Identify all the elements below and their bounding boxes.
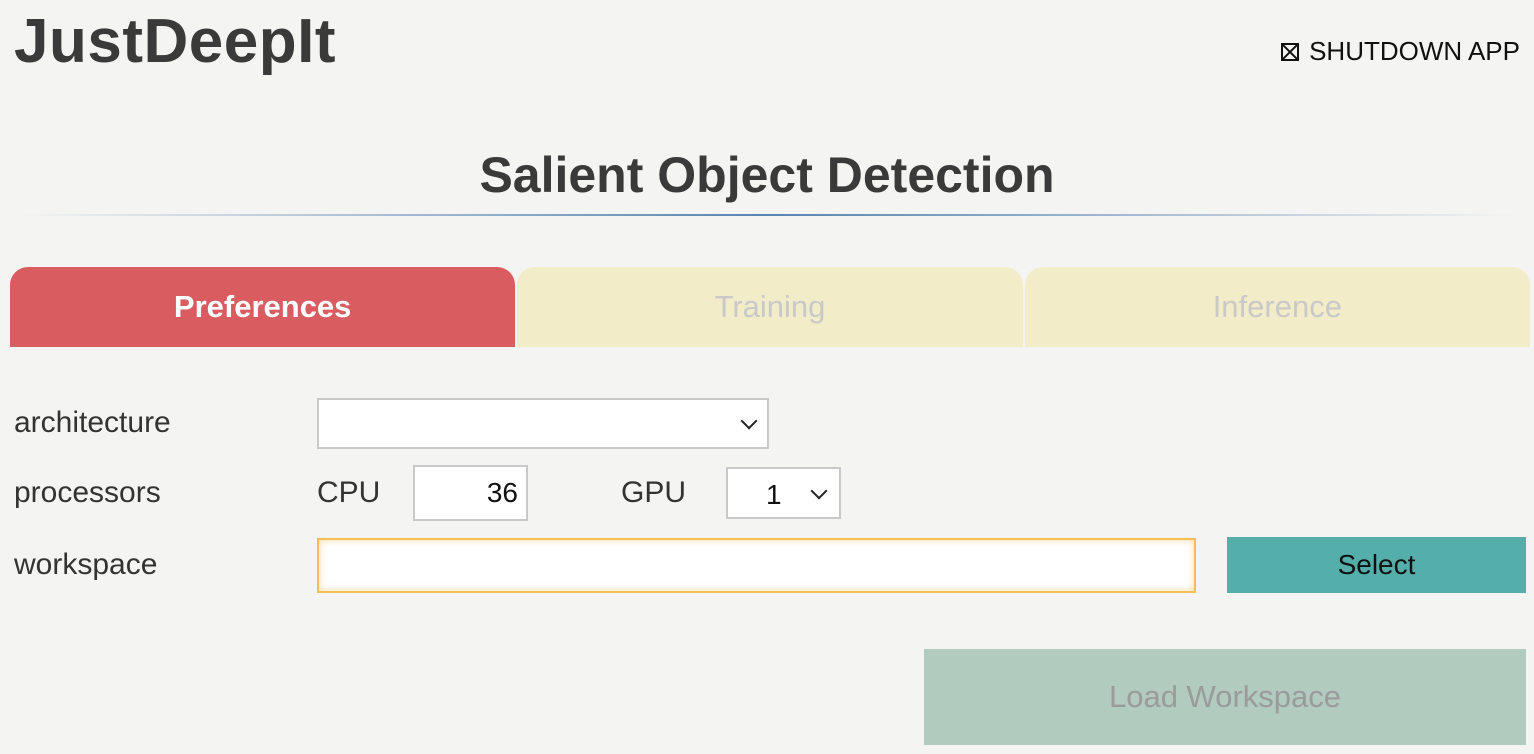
close-box-icon <box>1281 42 1300 61</box>
tab-preferences[interactable]: Preferences <box>10 267 516 347</box>
processors-label: processors <box>14 476 161 509</box>
gpu-selected-value: 1 <box>766 479 782 510</box>
architecture-select[interactable] <box>317 398 769 449</box>
tab-inference[interactable]: Inference <box>1024 267 1530 347</box>
gpu-select[interactable]: 1 <box>726 467 841 519</box>
chevron-down-icon <box>740 412 758 430</box>
workspace-select-button[interactable]: Select <box>1227 537 1526 593</box>
workspace-label: workspace <box>14 548 158 581</box>
tab-training[interactable]: Training <box>517 267 1023 347</box>
shutdown-app-button[interactable]: SHUTDOWN APP <box>1281 36 1520 67</box>
tab-bar: Preferences Training Inference <box>10 267 1530 347</box>
cpu-label: CPU <box>317 476 381 509</box>
title-divider <box>20 214 1514 216</box>
app-title: JustDeepIt <box>14 7 336 76</box>
chevron-down-icon <box>810 482 828 500</box>
load-workspace-button[interactable]: Load Workspace <box>924 649 1526 745</box>
workspace-input[interactable] <box>317 538 1196 593</box>
cpu-input[interactable]: 36 <box>413 465 528 521</box>
gpu-label: GPU <box>621 476 687 509</box>
shutdown-label: SHUTDOWN APP <box>1309 36 1520 66</box>
page-title: Salient Object Detection <box>479 147 1055 203</box>
architecture-label: architecture <box>14 406 171 439</box>
